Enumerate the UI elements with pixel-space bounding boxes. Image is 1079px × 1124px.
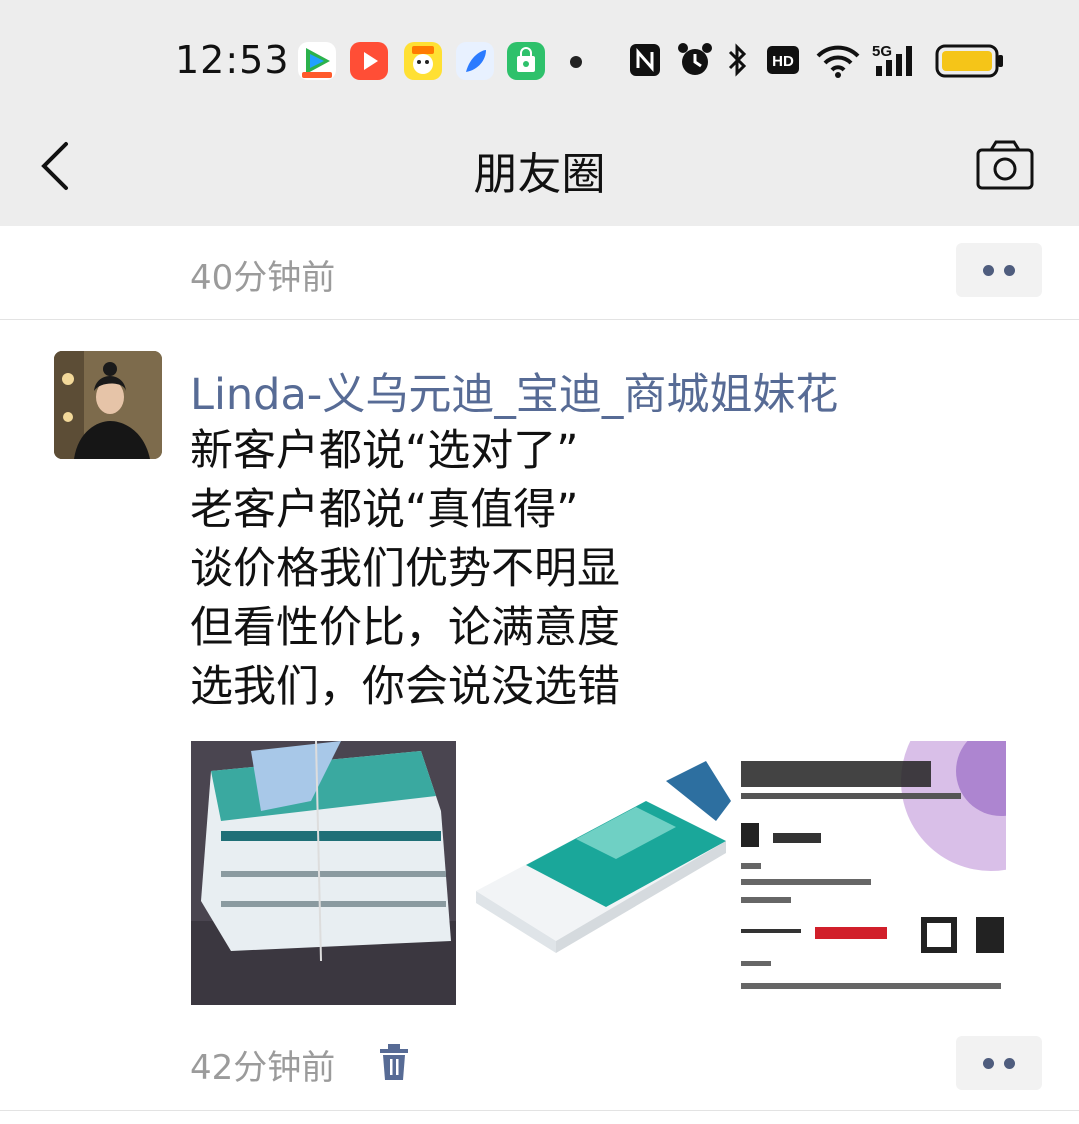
post-image-business-card[interactable]	[741, 741, 1006, 1005]
post-image-stacked-boxes[interactable]	[191, 741, 456, 1005]
post-time: 42分钟前	[190, 1048, 336, 1088]
previous-post-footer: 40分钟前	[0, 226, 1079, 320]
svg-text:HD: HD	[772, 53, 794, 70]
camera-icon	[976, 140, 1034, 190]
more-dot-icon	[983, 1058, 994, 1069]
post-text-line: 选我们，你会说没选错	[190, 662, 620, 712]
battery-icon	[935, 40, 1005, 84]
delete-button[interactable]	[378, 1043, 410, 1087]
shopping-bag-icon	[507, 42, 545, 80]
post-time: 40分钟前	[190, 258, 336, 298]
more-dot-icon	[1004, 265, 1015, 276]
notification-dot	[570, 56, 582, 68]
5g-signal-icon: 5G	[870, 40, 920, 84]
camera-button[interactable]	[975, 138, 1035, 198]
wifi-icon	[814, 40, 862, 84]
bluetooth-icon	[724, 40, 752, 84]
post-text-line: 新客户都说“选对了”	[190, 426, 579, 476]
clock-time: 12:53	[175, 38, 290, 82]
post-text: 新客户都说“选对了” 老客户都说“真值得” 谈价格我们优势不明显 但看性价比，论…	[190, 422, 890, 717]
page-title: 朋友圈	[473, 149, 606, 200]
post-text-line: 谈价格我们优势不明显	[190, 544, 620, 594]
hd-icon: HD	[765, 40, 803, 84]
avatar-photo	[54, 351, 162, 459]
more-actions-button[interactable]	[956, 1036, 1042, 1090]
feather-app-icon	[456, 42, 494, 80]
video-player-icon	[350, 42, 388, 80]
status-bar: 12:53 HD 5G	[0, 0, 1079, 110]
tencent-video-icon	[298, 42, 336, 80]
more-dot-icon	[983, 265, 994, 276]
post-image-paper-ream[interactable]	[466, 741, 731, 1005]
post-username[interactable]: Linda-义乌元迪_宝迪_商城姐妹花	[190, 360, 838, 422]
avatar[interactable]	[54, 351, 162, 459]
xianyu-icon	[404, 42, 442, 80]
svg-text:5G: 5G	[872, 43, 892, 60]
more-dot-icon	[1004, 1058, 1015, 1069]
post-text-line: 老客户都说“真值得”	[190, 485, 579, 535]
post-divider	[0, 1110, 1079, 1111]
post-text-line: 但看性价比，论满意度	[190, 603, 620, 653]
top-nav-bar: 朋友圈	[0, 110, 1079, 226]
nfc-icon	[628, 40, 664, 84]
more-actions-button[interactable]	[956, 243, 1042, 297]
trash-icon	[380, 1044, 408, 1080]
alarm-icon	[675, 40, 715, 84]
